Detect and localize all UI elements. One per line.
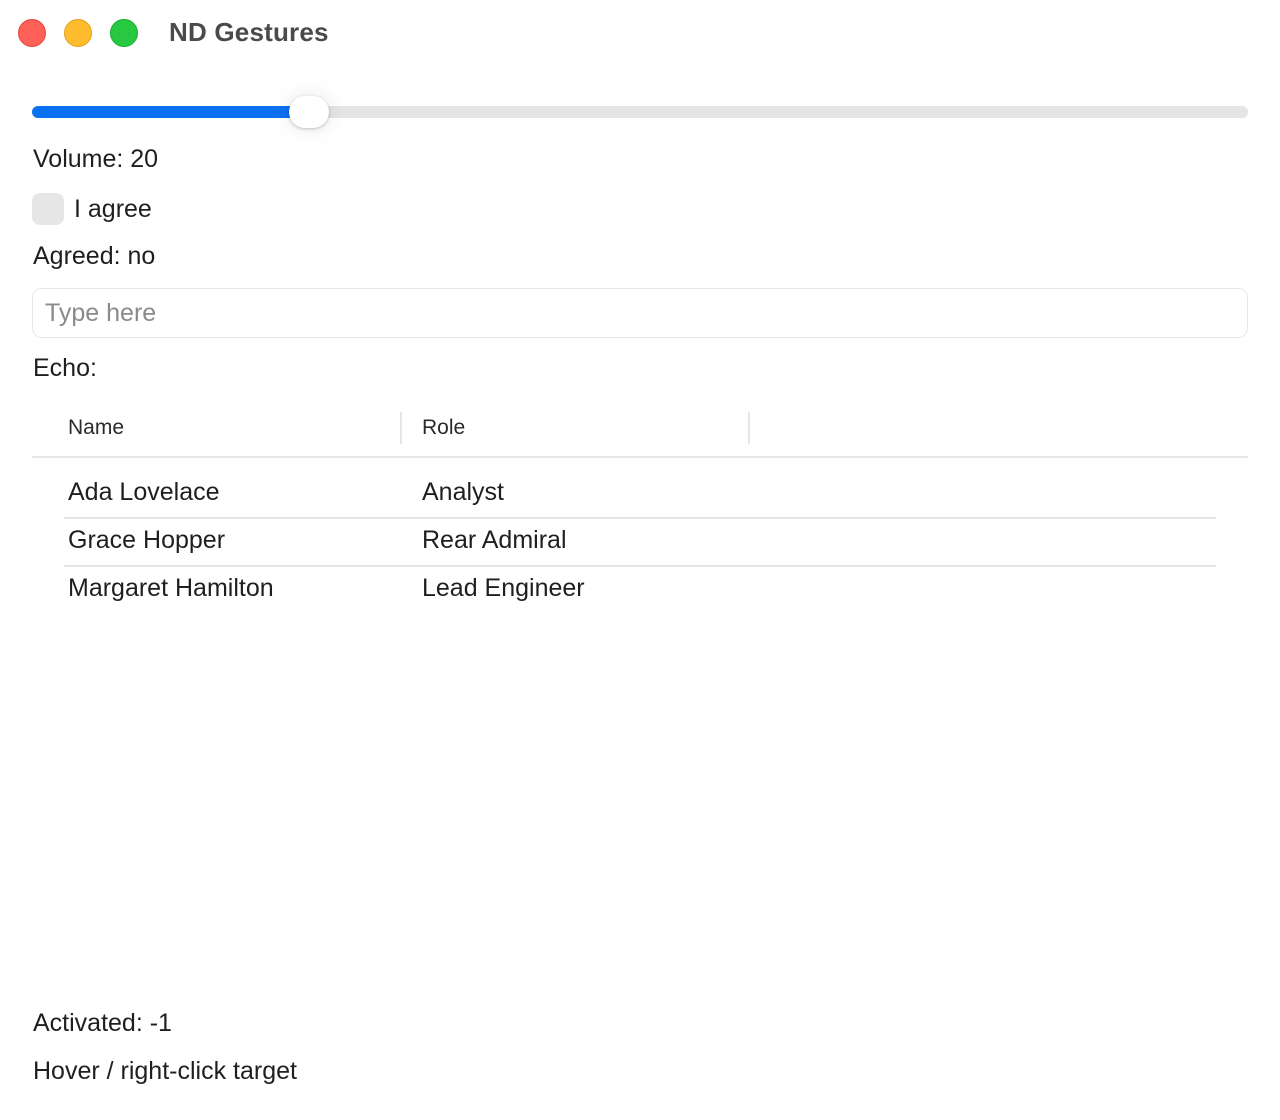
minimize-window-button[interactable] <box>64 19 92 47</box>
cell-name: Grace Hopper <box>68 526 226 554</box>
zoom-window-button[interactable] <box>110 19 138 47</box>
cell-role: Analyst <box>422 478 504 506</box>
window-title: ND Gestures <box>169 17 329 47</box>
agree-checkbox[interactable] <box>32 193 64 225</box>
cell-role: Lead Engineer <box>422 574 585 602</box>
table-row[interactable]: Margaret Hamilton Lead Engineer <box>32 565 1248 614</box>
cell-role: Rear Admiral <box>422 526 567 554</box>
table-row[interactable]: Ada Lovelace Analyst <box>32 470 1248 518</box>
table-body: Ada Lovelace Analyst Grace Hopper Rear A… <box>32 470 1248 614</box>
echo-label: Echo: <box>33 354 97 382</box>
table-row[interactable]: Grace Hopper Rear Admiral <box>32 517 1248 566</box>
column-divider[interactable] <box>400 412 402 444</box>
cell-name: Margaret Hamilton <box>68 574 274 602</box>
close-window-button[interactable] <box>18 19 46 47</box>
table-header: Name Role <box>32 404 1248 458</box>
column-header-role[interactable]: Role <box>422 416 465 440</box>
agree-checkbox-row[interactable]: I agree <box>32 193 152 225</box>
people-table: Name Role Ada Lovelace Analyst Grace Hop… <box>32 404 1248 614</box>
volume-label: Volume: 20 <box>33 145 159 173</box>
slider-fill <box>32 106 309 118</box>
title-bar: ND Gestures <box>0 0 1280 64</box>
slider-track[interactable] <box>32 106 1248 118</box>
column-header-name[interactable]: Name <box>68 416 124 440</box>
agreed-status-label: Agreed: no <box>33 242 156 270</box>
activated-label: Activated: -1 <box>33 1009 172 1037</box>
column-divider[interactable] <box>748 412 750 444</box>
volume-slider[interactable] <box>32 96 1248 128</box>
text-input[interactable] <box>32 288 1248 338</box>
cell-name: Ada Lovelace <box>68 478 220 506</box>
slider-thumb[interactable] <box>289 96 329 128</box>
agree-checkbox-label[interactable]: I agree <box>74 195 152 224</box>
app-window: ND Gestures Volume: 20 I agree Agreed: n… <box>0 0 1280 1120</box>
hover-right-click-target[interactable]: Hover / right-click target <box>33 1057 297 1086</box>
